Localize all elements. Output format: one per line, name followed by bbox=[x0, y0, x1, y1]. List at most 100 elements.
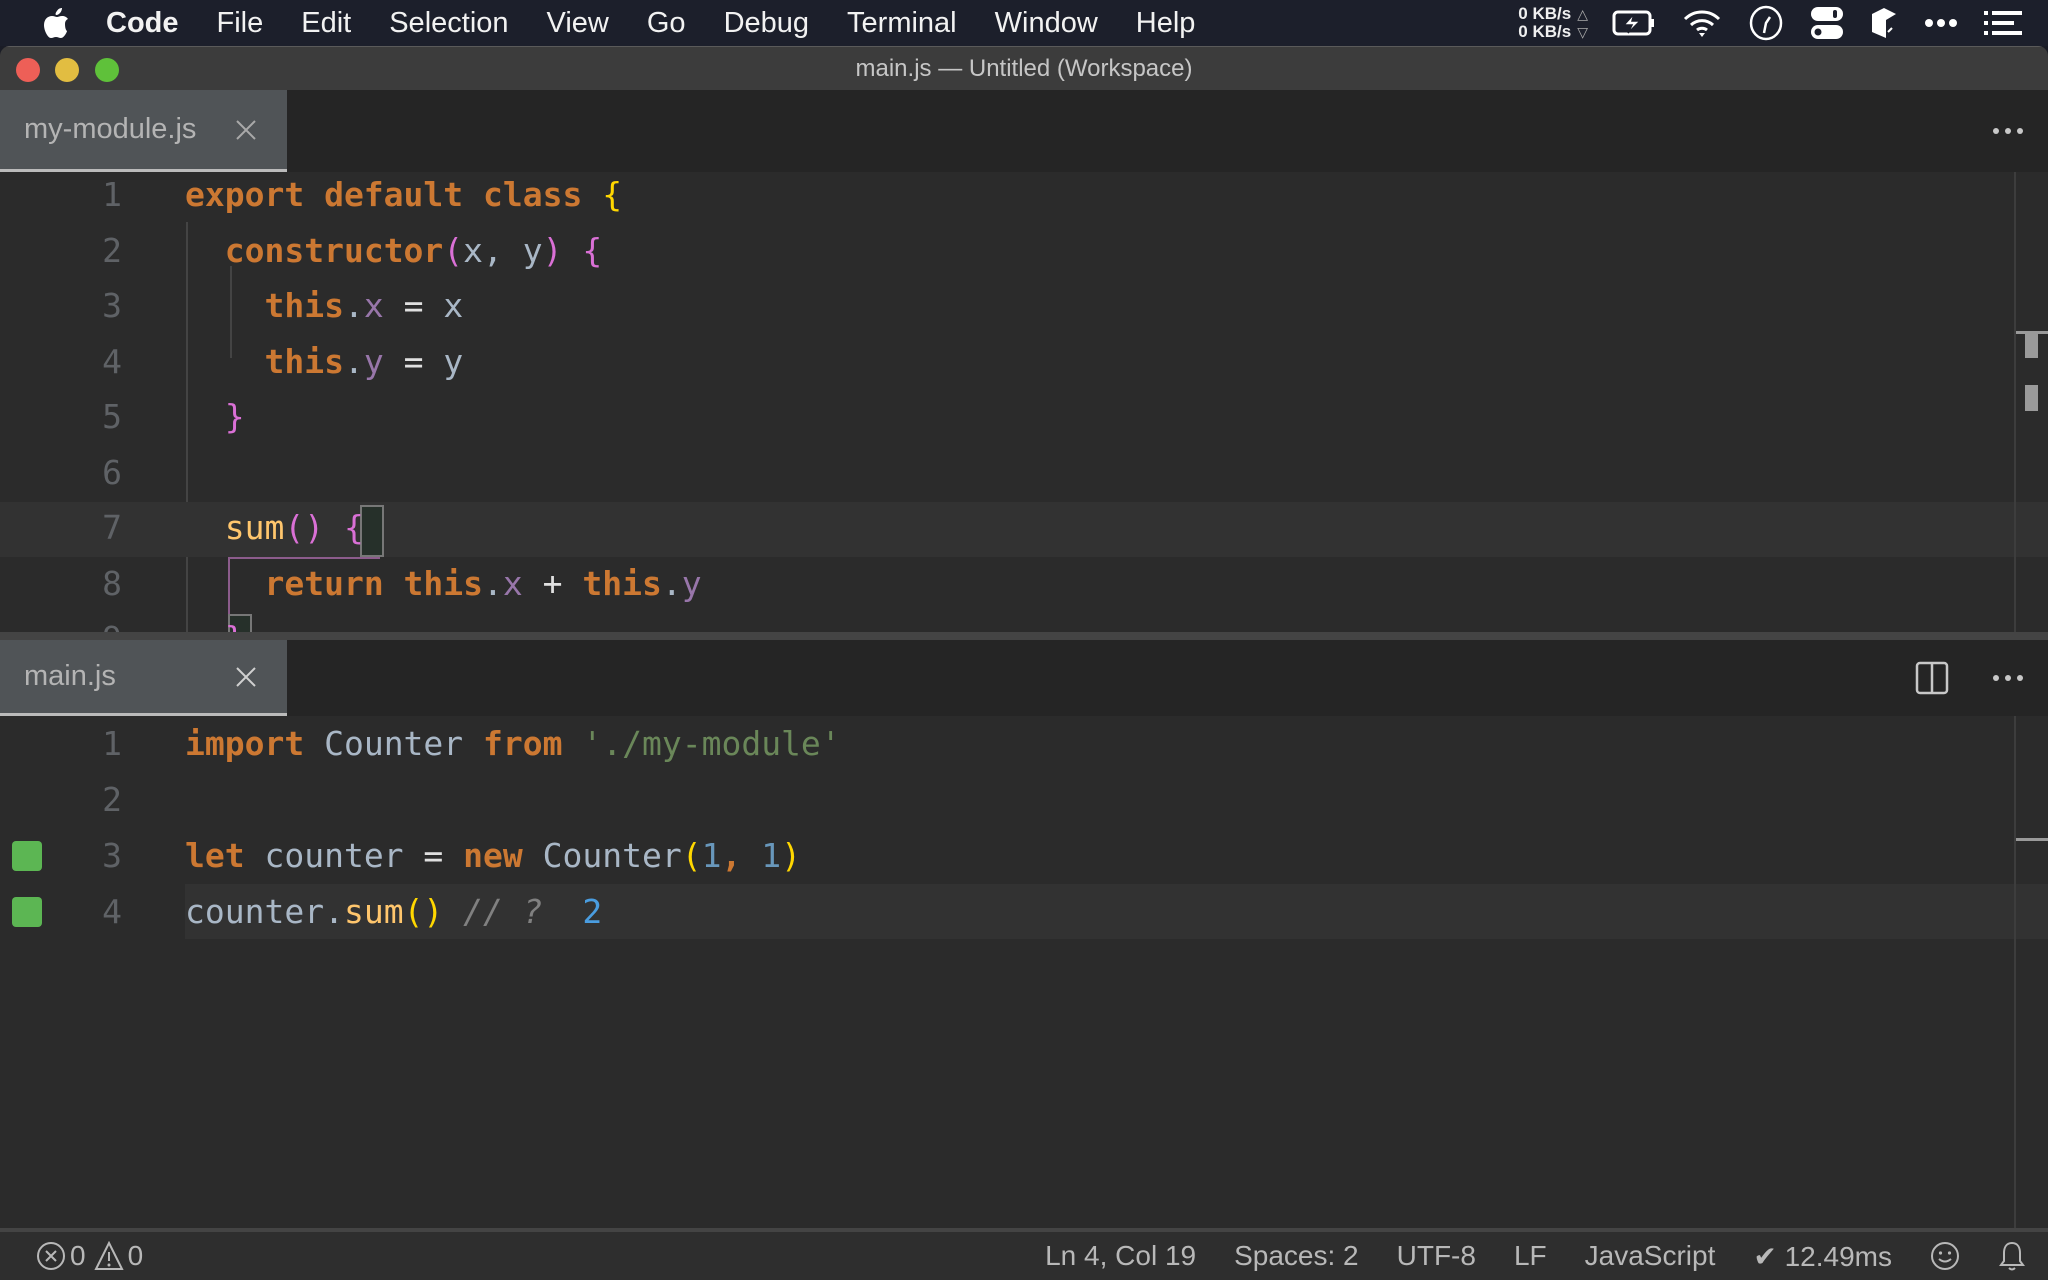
warning-icon bbox=[93, 1241, 124, 1271]
code-token: let bbox=[185, 836, 245, 875]
code-line[interactable]: 3 let counter = new Counter(1, 1) bbox=[0, 828, 2048, 883]
menu-view[interactable]: View bbox=[547, 7, 609, 40]
coverage-marker-icon bbox=[12, 841, 42, 871]
wifi-icon[interactable] bbox=[1682, 8, 1722, 38]
code-token: . bbox=[343, 286, 364, 325]
toggles-icon[interactable] bbox=[1810, 6, 1844, 40]
code-text: import Counter from './my-module' bbox=[185, 716, 841, 771]
quokka-timing[interactable]: ✔ 12.49ms bbox=[1753, 1240, 1892, 1273]
code-token: from bbox=[483, 724, 563, 763]
close-icon[interactable] bbox=[231, 662, 261, 692]
notifications-bell-icon[interactable] bbox=[1998, 1240, 2026, 1272]
menu-file[interactable]: File bbox=[217, 7, 264, 40]
code-line[interactable]: 6 bbox=[0, 445, 2048, 500]
language-mode[interactable]: JavaScript bbox=[1585, 1240, 1716, 1272]
code-line[interactable]: 2 bbox=[0, 772, 2048, 827]
code-token: { bbox=[343, 508, 364, 547]
code-token: export default class bbox=[185, 175, 603, 214]
code-text: constructor(x, y) { bbox=[185, 223, 603, 278]
code-line[interactable]: 4 counter.sum() // ? 2 bbox=[0, 884, 2048, 939]
menu-edit[interactable]: Edit bbox=[301, 7, 351, 40]
code-token: sum bbox=[343, 892, 404, 931]
menu-selection[interactable]: Selection bbox=[389, 7, 508, 40]
more-actions-icon[interactable] bbox=[1988, 658, 2028, 698]
top-editor[interactable]: 1 export default class {2 constructor(x, … bbox=[0, 172, 2048, 632]
error-count: 0 bbox=[70, 1240, 86, 1271]
feedback-smiley-icon[interactable] bbox=[1930, 1241, 1960, 1271]
code-line[interactable]: 4 this.y = y bbox=[0, 334, 2048, 389]
code-token: x bbox=[363, 286, 384, 325]
more-icon[interactable] bbox=[1924, 18, 1958, 28]
apple-menu-icon[interactable] bbox=[42, 6, 72, 40]
editor-split-sash[interactable] bbox=[0, 632, 2048, 640]
list-icon[interactable] bbox=[1984, 11, 2022, 35]
line-number: 5 bbox=[102, 397, 122, 436]
menu-go[interactable]: Go bbox=[647, 7, 686, 40]
network-speed[interactable]: 0 KB/s 0 KB/s bbox=[1518, 5, 1571, 41]
split-editor-icon[interactable] bbox=[1912, 658, 1952, 698]
box-icon[interactable] bbox=[1870, 6, 1898, 40]
code-token: y bbox=[443, 341, 464, 381]
code-line[interactable]: 7 sum() { bbox=[0, 500, 2048, 555]
code-token: x bbox=[502, 563, 523, 603]
end-of-line[interactable]: LF bbox=[1514, 1240, 1547, 1272]
code-token: = bbox=[383, 341, 444, 381]
code-line[interactable]: 5 } bbox=[0, 389, 2048, 444]
code-token: x bbox=[443, 286, 464, 325]
code-text: export default class { bbox=[185, 172, 622, 222]
code-token: import bbox=[185, 724, 305, 763]
code-token: { bbox=[582, 230, 603, 270]
code-line[interactable]: 8 return this.x + this.y bbox=[0, 556, 2048, 611]
battery-charging-icon[interactable] bbox=[1612, 10, 1656, 36]
tab-my-module-js[interactable]: my-module.js bbox=[0, 90, 287, 172]
more-actions-icon[interactable] bbox=[1988, 111, 2028, 151]
code-line[interactable]: 2 constructor(x, y) { bbox=[0, 223, 2048, 278]
menu-window[interactable]: Window bbox=[995, 7, 1098, 40]
menu-extras: 0 KB/s 0 KB/s △ ▽ bbox=[1518, 0, 2048, 46]
code-token: ( bbox=[443, 230, 464, 270]
code-line[interactable]: 1 import Counter from './my-module' bbox=[0, 716, 2048, 771]
menu-help[interactable]: Help bbox=[1136, 7, 1196, 40]
bottom-editor[interactable]: 1 import Counter from './my-module' 2 3 let … bbox=[0, 716, 2048, 1228]
line-number: 3 bbox=[102, 836, 122, 875]
top-tab-bar: my-module.js bbox=[0, 90, 2048, 172]
close-icon[interactable] bbox=[231, 115, 261, 145]
problems-indicator[interactable]: 0 0 bbox=[36, 1240, 143, 1272]
indentation[interactable]: Spaces: 2 bbox=[1234, 1240, 1359, 1272]
code-token: counter bbox=[244, 836, 424, 875]
overview-cursor-mark bbox=[2016, 838, 2048, 841]
overview-ruler[interactable] bbox=[2014, 716, 2016, 1228]
menu-terminal[interactable]: Terminal bbox=[847, 7, 957, 40]
code-token: ( bbox=[681, 836, 702, 875]
code-line[interactable]: 1 export default class { bbox=[0, 172, 2048, 222]
code-token: { bbox=[602, 175, 623, 214]
line-number: 1 bbox=[102, 175, 122, 214]
code-token: counter bbox=[185, 892, 325, 931]
coverage-marker-icon bbox=[12, 897, 42, 927]
net-upload: 0 KB/s bbox=[1518, 4, 1572, 23]
code-token: . bbox=[343, 341, 364, 381]
code-token: 1 bbox=[761, 836, 782, 875]
code-line[interactable]: 9 } bbox=[0, 611, 2048, 632]
menu-debug[interactable]: Debug bbox=[724, 7, 809, 40]
bottom-editor-actions bbox=[1876, 640, 2028, 716]
cursor-position[interactable]: Ln 4, Col 19 bbox=[1045, 1240, 1196, 1272]
encoding[interactable]: UTF-8 bbox=[1397, 1240, 1476, 1272]
code-text: counter.sum() // ? 2 bbox=[185, 884, 602, 939]
code-line[interactable]: 3 this.x = x bbox=[0, 278, 2048, 333]
status-bar: 0 0 Ln 4, Col 19 Spaces: 2 UTF-8 LF Java… bbox=[0, 1228, 2048, 1280]
overview-ruler[interactable] bbox=[2014, 172, 2016, 632]
code-token: './my-module' bbox=[562, 724, 841, 763]
menu-app-code[interactable]: Code bbox=[106, 7, 179, 40]
tab-label: my-module.js bbox=[24, 113, 197, 145]
line-number: 8 bbox=[102, 563, 122, 603]
code-token: this bbox=[582, 563, 662, 603]
line-number: 7 bbox=[102, 508, 122, 547]
code-token: + bbox=[522, 563, 583, 603]
clock-icon[interactable] bbox=[1748, 5, 1784, 41]
tab-main-js[interactable]: main.js bbox=[0, 640, 287, 716]
